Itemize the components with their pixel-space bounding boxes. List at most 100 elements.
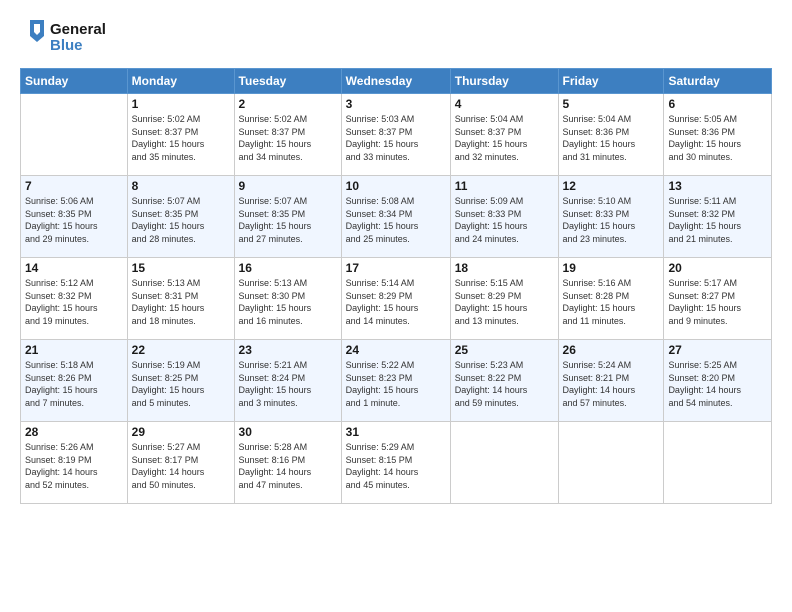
calendar-cell: 13 Sunrise: 5:11 AM Sunset: 8:32 PM Dayli…: [664, 176, 772, 258]
calendar-cell: 25 Sunrise: 5:23 AM Sunset: 8:22 PM Dayli…: [450, 340, 558, 422]
weekday-header-tuesday: Tuesday: [234, 69, 341, 94]
day-number: 1: [132, 97, 230, 111]
weekday-header-row: SundayMondayTuesdayWednesdayThursdayFrid…: [21, 69, 772, 94]
day-info: Sunrise: 5:15 AM Sunset: 8:29 PM Dayligh…: [455, 277, 554, 327]
day-info: Sunrise: 5:27 AM Sunset: 8:17 PM Dayligh…: [132, 441, 230, 491]
day-info: Sunrise: 5:21 AM Sunset: 8:24 PM Dayligh…: [239, 359, 337, 409]
calendar-cell: 4 Sunrise: 5:04 AM Sunset: 8:37 PM Daylig…: [450, 94, 558, 176]
day-number: 4: [455, 97, 554, 111]
calendar-cell: 24 Sunrise: 5:22 AM Sunset: 8:23 PM Dayli…: [341, 340, 450, 422]
day-number: 11: [455, 179, 554, 193]
calendar-cell: 30 Sunrise: 5:28 AM Sunset: 8:16 PM Dayli…: [234, 422, 341, 504]
day-number: 5: [563, 97, 660, 111]
calendar-week-row-4: 21 Sunrise: 5:18 AM Sunset: 8:26 PM Dayli…: [21, 340, 772, 422]
day-number: 22: [132, 343, 230, 357]
day-info: Sunrise: 5:14 AM Sunset: 8:29 PM Dayligh…: [346, 277, 446, 327]
calendar-cell: 6 Sunrise: 5:05 AM Sunset: 8:36 PM Daylig…: [664, 94, 772, 176]
day-number: 13: [668, 179, 767, 193]
calendar-cell: 7 Sunrise: 5:06 AM Sunset: 8:35 PM Daylig…: [21, 176, 128, 258]
calendar-cell: 18 Sunrise: 5:15 AM Sunset: 8:29 PM Dayli…: [450, 258, 558, 340]
day-info: Sunrise: 5:02 AM Sunset: 8:37 PM Dayligh…: [132, 113, 230, 163]
calendar-cell: 21 Sunrise: 5:18 AM Sunset: 8:26 PM Dayli…: [21, 340, 128, 422]
day-number: 24: [346, 343, 446, 357]
day-number: 21: [25, 343, 123, 357]
calendar-cell: 11 Sunrise: 5:09 AM Sunset: 8:33 PM Dayli…: [450, 176, 558, 258]
weekday-header-friday: Friday: [558, 69, 664, 94]
day-number: 16: [239, 261, 337, 275]
day-number: 31: [346, 425, 446, 439]
day-number: 18: [455, 261, 554, 275]
day-number: 3: [346, 97, 446, 111]
calendar-cell: [664, 422, 772, 504]
calendar-cell: [21, 94, 128, 176]
day-info: Sunrise: 5:02 AM Sunset: 8:37 PM Dayligh…: [239, 113, 337, 163]
weekday-header-sunday: Sunday: [21, 69, 128, 94]
day-info: Sunrise: 5:23 AM Sunset: 8:22 PM Dayligh…: [455, 359, 554, 409]
day-number: 7: [25, 179, 123, 193]
day-number: 8: [132, 179, 230, 193]
day-number: 15: [132, 261, 230, 275]
day-info: Sunrise: 5:10 AM Sunset: 8:33 PM Dayligh…: [563, 195, 660, 245]
calendar-cell: 22 Sunrise: 5:19 AM Sunset: 8:25 PM Dayli…: [127, 340, 234, 422]
calendar-cell: 3 Sunrise: 5:03 AM Sunset: 8:37 PM Daylig…: [341, 94, 450, 176]
weekday-header-wednesday: Wednesday: [341, 69, 450, 94]
day-number: 14: [25, 261, 123, 275]
day-number: 20: [668, 261, 767, 275]
calendar-cell: [450, 422, 558, 504]
day-info: Sunrise: 5:09 AM Sunset: 8:33 PM Dayligh…: [455, 195, 554, 245]
svg-text:Blue: Blue: [50, 37, 83, 54]
day-info: Sunrise: 5:28 AM Sunset: 8:16 PM Dayligh…: [239, 441, 337, 491]
calendar-cell: 9 Sunrise: 5:07 AM Sunset: 8:35 PM Daylig…: [234, 176, 341, 258]
day-info: Sunrise: 5:19 AM Sunset: 8:25 PM Dayligh…: [132, 359, 230, 409]
calendar-week-row-5: 28Sunrise: 5:26 AM Sunset: 8:19 PM Dayli…: [21, 422, 772, 504]
calendar-week-row-3: 14 Sunrise: 5:12 AM Sunset: 8:32 PM Dayli…: [21, 258, 772, 340]
day-info: Sunrise: 5:22 AM Sunset: 8:23 PM Dayligh…: [346, 359, 446, 409]
day-number: 10: [346, 179, 446, 193]
day-info: Sunrise: 5:04 AM Sunset: 8:37 PM Dayligh…: [455, 113, 554, 163]
day-info: Sunrise: 5:26 AM Sunset: 8:19 PM Dayligh…: [25, 441, 123, 491]
svg-text:General: General: [50, 21, 106, 38]
calendar-cell: 2 Sunrise: 5:02 AM Sunset: 8:37 PM Daylig…: [234, 94, 341, 176]
day-info: Sunrise: 5:18 AM Sunset: 8:26 PM Dayligh…: [25, 359, 123, 409]
day-number: 17: [346, 261, 446, 275]
weekday-header-saturday: Saturday: [664, 69, 772, 94]
calendar-cell: 10Sunrise: 5:08 AM Sunset: 8:34 PM Dayli…: [341, 176, 450, 258]
calendar-week-row-2: 7 Sunrise: 5:06 AM Sunset: 8:35 PM Daylig…: [21, 176, 772, 258]
calendar-cell: 16 Sunrise: 5:13 AM Sunset: 8:30 PM Dayli…: [234, 258, 341, 340]
day-info: Sunrise: 5:11 AM Sunset: 8:32 PM Dayligh…: [668, 195, 767, 245]
day-info: Sunrise: 5:13 AM Sunset: 8:30 PM Dayligh…: [239, 277, 337, 327]
calendar-cell: 15Sunrise: 5:13 AM Sunset: 8:31 PM Dayli…: [127, 258, 234, 340]
day-number: 30: [239, 425, 337, 439]
calendar-cell: 8 Sunrise: 5:07 AM Sunset: 8:35 PM Daylig…: [127, 176, 234, 258]
day-info: Sunrise: 5:12 AM Sunset: 8:32 PM Dayligh…: [25, 277, 123, 327]
day-info: Sunrise: 5:06 AM Sunset: 8:35 PM Dayligh…: [25, 195, 123, 245]
header: General Blue: [20, 16, 772, 60]
calendar-cell: 19Sunrise: 5:16 AM Sunset: 8:28 PM Dayli…: [558, 258, 664, 340]
day-info: Sunrise: 5:07 AM Sunset: 8:35 PM Dayligh…: [239, 195, 337, 245]
day-number: 26: [563, 343, 660, 357]
day-number: 19: [563, 261, 660, 275]
day-info: Sunrise: 5:17 AM Sunset: 8:27 PM Dayligh…: [668, 277, 767, 327]
calendar-cell: 26Sunrise: 5:24 AM Sunset: 8:21 PM Dayli…: [558, 340, 664, 422]
day-info: Sunrise: 5:03 AM Sunset: 8:37 PM Dayligh…: [346, 113, 446, 163]
calendar-cell: 12Sunrise: 5:10 AM Sunset: 8:33 PM Dayli…: [558, 176, 664, 258]
calendar-cell: 27Sunrise: 5:25 AM Sunset: 8:20 PM Dayli…: [664, 340, 772, 422]
day-number: 25: [455, 343, 554, 357]
day-number: 9: [239, 179, 337, 193]
day-number: 29: [132, 425, 230, 439]
calendar-cell: 5Sunrise: 5:04 AM Sunset: 8:36 PM Daylig…: [558, 94, 664, 176]
day-number: 6: [668, 97, 767, 111]
calendar-week-row-1: 1 Sunrise: 5:02 AM Sunset: 8:37 PM Daylig…: [21, 94, 772, 176]
day-number: 23: [239, 343, 337, 357]
calendar-cell: 23 Sunrise: 5:21 AM Sunset: 8:24 PM Dayli…: [234, 340, 341, 422]
weekday-header-thursday: Thursday: [450, 69, 558, 94]
calendar-cell: 29 Sunrise: 5:27 AM Sunset: 8:17 PM Dayli…: [127, 422, 234, 504]
day-number: 2: [239, 97, 337, 111]
calendar-cell: [558, 422, 664, 504]
day-info: Sunrise: 5:07 AM Sunset: 8:35 PM Dayligh…: [132, 195, 230, 245]
logo-svg: General Blue: [20, 16, 130, 60]
calendar-cell: 20 Sunrise: 5:17 AM Sunset: 8:27 PM Dayli…: [664, 258, 772, 340]
weekday-header-monday: Monday: [127, 69, 234, 94]
calendar-cell: 31Sunrise: 5:29 AM Sunset: 8:15 PM Dayli…: [341, 422, 450, 504]
day-info: Sunrise: 5:05 AM Sunset: 8:36 PM Dayligh…: [668, 113, 767, 163]
